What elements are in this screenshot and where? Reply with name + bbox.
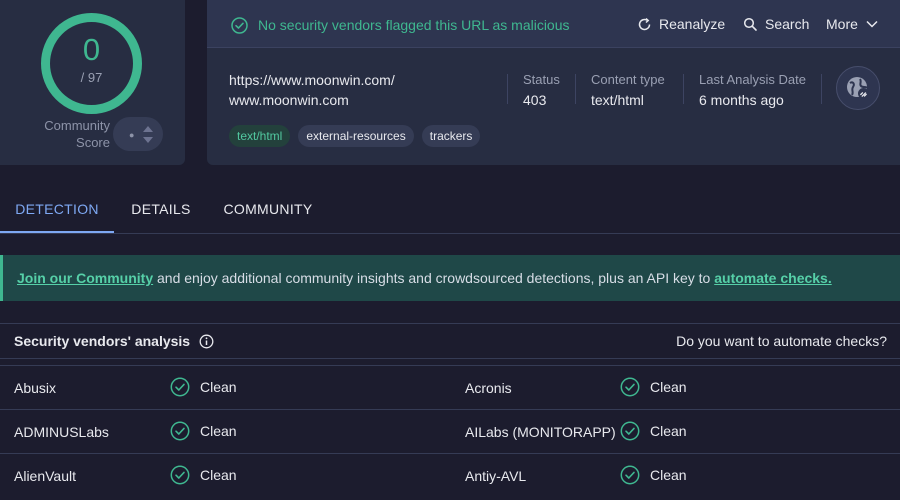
detection-total: / 97: [80, 70, 103, 85]
meta-divider: [507, 74, 508, 104]
meta-divider: [575, 74, 576, 104]
search-icon: [743, 17, 757, 31]
globe-link-icon: [847, 77, 869, 99]
upvote-icon[interactable]: [143, 126, 153, 132]
vendor-result: Clean: [620, 464, 687, 486]
page: 0 / 97 Community Score ● No security ven…: [0, 0, 900, 500]
status-meta: Status 403: [523, 72, 560, 108]
detection-score: 0: [82, 32, 101, 67]
verdict-message: No security vendors flagged this URL as …: [231, 16, 570, 34]
chevron-down-icon: [866, 20, 878, 28]
meta-divider: [821, 74, 822, 104]
vendor-result: Clean: [620, 376, 687, 398]
more-menu-button[interactable]: More: [826, 14, 879, 34]
tab-detection[interactable]: DETECTION: [0, 185, 114, 233]
info-icon[interactable]: [199, 334, 214, 349]
vendor-name: AlienVault: [14, 468, 77, 484]
vendor-result: Clean: [170, 376, 237, 398]
vendor-result: Clean: [170, 464, 237, 486]
score-card: 0 / 97 Community Score ●: [0, 0, 185, 165]
globe-link-button[interactable]: [836, 66, 880, 110]
join-community-link[interactable]: Join our Community: [17, 270, 153, 286]
url-domain: www.moonwin.com: [229, 92, 349, 108]
search-button[interactable]: Search: [743, 14, 809, 34]
tab-community[interactable]: COMMUNITY: [214, 185, 322, 233]
header-toolbar: No security vendors flagged this URL as …: [207, 0, 900, 48]
vendor-name: Abusix: [14, 380, 57, 396]
url-full: https://www.moonwin.com/: [229, 72, 395, 88]
vendor-result: Clean: [170, 420, 237, 442]
downvote-icon[interactable]: [143, 137, 153, 143]
check-circle-icon: [620, 421, 640, 441]
check-circle-icon: [170, 377, 190, 397]
community-vote-control[interactable]: ●: [113, 117, 163, 151]
vendor-name: ADMINUSLabs: [14, 424, 109, 440]
meta-divider: [683, 74, 684, 104]
vendors-section-header: Security vendors' analysis Do you want t…: [0, 323, 900, 359]
refresh-icon: [638, 17, 651, 30]
check-circle-icon: [170, 465, 190, 485]
vendor-name: Acronis: [465, 380, 512, 396]
community-score-label: Community Score: [44, 118, 110, 150]
check-circle-icon: [620, 465, 640, 485]
community-banner: Join our Community and enjoy additional …: [0, 255, 900, 301]
url-tags: text/html external-resources trackers: [229, 125, 481, 147]
tag-item[interactable]: trackers: [421, 125, 481, 147]
automate-checks-prompt[interactable]: Do you want to automate checks?: [676, 333, 887, 349]
vendors-title: Security vendors' analysis: [14, 333, 214, 349]
banner-text: and enjoy additional community insights …: [153, 270, 715, 286]
check-circle-icon: [620, 377, 640, 397]
check-circle-icon: [231, 16, 248, 34]
tag-item[interactable]: external-resources: [298, 125, 414, 147]
check-circle-icon: [170, 421, 190, 441]
content-type-meta: Content type text/html: [591, 72, 665, 108]
table-row: AlienVault Clean Antiy-AVL Clean: [0, 453, 900, 497]
tag-item[interactable]: text/html: [229, 125, 291, 147]
last-analysis-meta: Last Analysis Date 6 months ago: [699, 72, 806, 108]
table-row: ADMINUSLabs Clean AILabs (MONITORAPP) Cl…: [0, 409, 900, 453]
analyzed-url: https://www.moonwin.com/ www.moonwin.com: [229, 70, 395, 110]
url-header-panel: No security vendors flagged this URL as …: [207, 0, 900, 165]
vendor-result: Clean: [620, 420, 687, 442]
reanalyze-button[interactable]: Reanalyze: [637, 14, 725, 34]
automate-checks-link[interactable]: automate checks.: [714, 270, 832, 286]
vendor-name: Antiy-AVL: [465, 468, 527, 484]
vendor-name: AILabs (MONITORAPP): [465, 424, 616, 440]
tab-details[interactable]: DETAILS: [120, 185, 202, 233]
analysis-tabs: DETECTION DETAILS COMMUNITY: [0, 185, 900, 234]
vote-count-dot: ●: [129, 130, 135, 140]
table-row: Abusix Clean Acronis Clean: [0, 365, 900, 409]
